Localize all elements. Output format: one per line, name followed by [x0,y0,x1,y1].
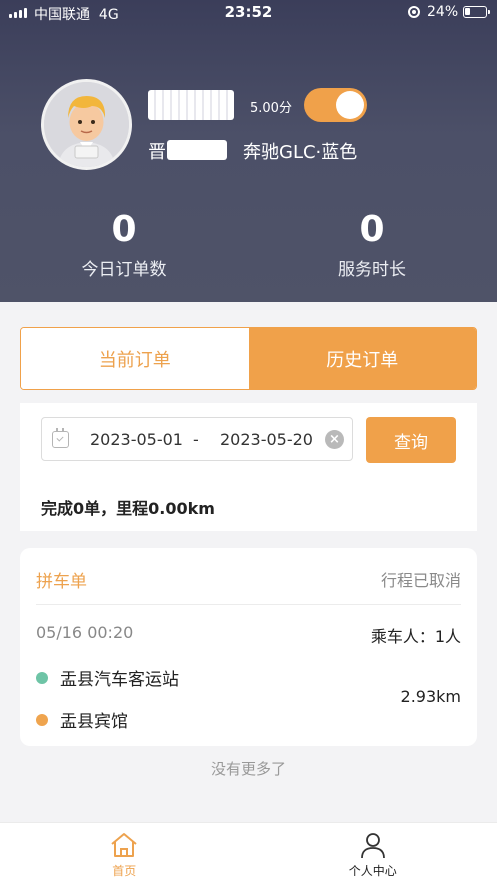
plate-prefix: 晋 [148,142,166,163]
status-time: 23:52 [224,3,273,21]
origin-stop: 盂县汽车客运站 [36,665,179,690]
driver-rating: 5.00分 [250,101,292,116]
driver-header: 中国联通 4G 23:52 24% 5.00分 晋 奔驰GLC·蓝色 0 今日订… [0,0,497,302]
avatar-illustration [44,82,129,167]
order-time: 05/16 00:20 [36,623,134,642]
destination-stop: 盂县宾馆 [36,707,128,732]
order-summary: 完成0单，里程0.00km [41,499,215,518]
avatar[interactable] [41,79,132,170]
tab-current-orders[interactable]: 当前订单 [21,328,249,389]
destination-name: 盂县宾馆 [60,712,128,732]
origin-dot-icon [36,671,48,684]
online-toggle[interactable] [304,88,367,122]
car-model: 奔驰GLC·蓝色 [243,142,358,163]
stat-service-duration: 0 服务时长 [272,208,472,280]
status-bar: 中国联通 4G 23:52 24% [0,0,497,26]
plate-number-mask [167,140,227,160]
nav-home-label: 首页 [112,864,137,878]
battery-icon [463,6,490,18]
end-date[interactable]: 2023-05-20 [220,430,313,449]
date-separator: - [193,430,199,449]
passenger-count: 乘车人：1人 [370,627,461,646]
stat-today-orders: 0 今日订单数 [24,208,224,280]
filter-panel: 2023-05-01 - 2023-05-20 × 查询 完成0单，里程0.00… [20,403,477,531]
no-more-text: 没有更多了 [210,760,286,778]
bottom-nav: 首页 个人中心 [0,822,497,883]
tab-history-orders[interactable]: 历史订单 [248,328,476,389]
divider [36,604,461,605]
nav-profile[interactable]: 个人中心 [249,823,497,883]
battery-percent: 24% [427,4,459,20]
toggle-knob [336,91,364,119]
destination-dot-icon [36,713,48,726]
stat-value: 0 [111,209,137,250]
rotation-lock-icon [408,6,420,18]
person-icon [360,833,385,859]
nav-home[interactable]: 首页 [0,823,249,883]
date-range-picker[interactable]: 2023-05-01 - 2023-05-20 × [41,417,353,461]
driver-name [148,90,234,120]
order-card[interactable]: 拼车单 行程已取消 05/16 00:20 乘车人：1人 盂县汽车客运站 盂县宾… [20,548,477,746]
trip-distance: 2.93km [400,687,461,706]
stat-value: 0 [359,209,385,250]
nav-profile-label: 个人中心 [348,864,397,878]
start-date[interactable]: 2023-05-01 [90,430,183,449]
home-icon [111,833,137,857]
order-tabs: 当前订单 历史订单 [20,327,477,390]
stat-label: 服务时长 [338,260,406,280]
origin-name: 盂县汽车客运站 [60,670,179,690]
order-status: 行程已取消 [380,571,461,590]
query-button[interactable]: 查询 [366,417,456,463]
stat-label: 今日订单数 [81,260,167,280]
calendar-icon [52,428,69,448]
clear-icon[interactable]: × [325,430,344,449]
order-type: 拼车单 [36,572,87,592]
